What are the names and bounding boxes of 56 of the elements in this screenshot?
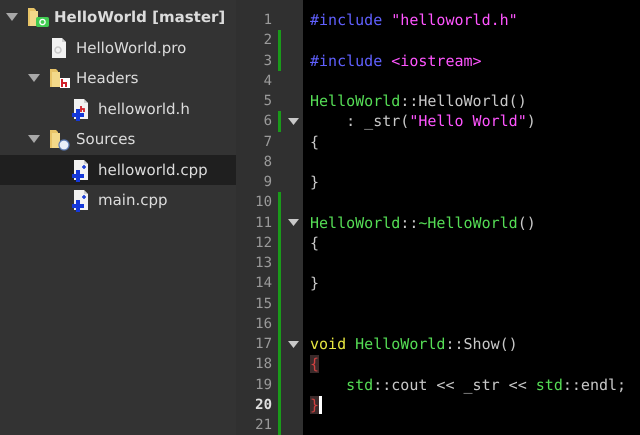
line-number: 18 [254,356,272,372]
line-number: 15 [254,296,272,312]
code-line: void HelloWorld::Show() [310,334,518,354]
code-line: } [310,172,320,192]
source-folder-icon [48,127,72,152]
line-number: 6 [262,113,272,130]
code-line: std::cout << _str << std::endl; [345,374,626,395]
line-number: 5 [262,93,272,110]
tree-item-label: Sources [76,130,136,148]
line-number: 17 [254,336,272,352]
line-number: 16 [254,316,272,332]
project-folder-icon [26,5,50,30]
tree-item-label: main.cpp [98,191,168,210]
code-line: } [310,273,320,294]
line-number: 2 [262,32,272,48]
line-number: 8 [262,154,272,170]
line-number: 3 [262,52,272,69]
code-editor[interactable]: #include "helloworld.h" #include <iostream> HelloWorld::HelloWorld() : _str("Hello World") { } HelloWorld::~HelloWorld() { } void HelloWorld::Show() { std::cout << _str << std::endl; } [303,0,640,435]
expanded-arrow-icon[interactable] [28,74,40,82]
line-number: 21 [254,417,272,434]
header-folder-icon [48,66,72,90]
tree-item-label: Headers [76,69,138,88]
tree-item-label: helloworld.h [98,100,190,118]
code-line: #include "helloworld.h" [310,10,518,30]
code-line: { [310,132,320,152]
fold-arrow-icon[interactable] [288,219,299,226]
line-number: 12 [254,234,272,251]
tree-item-label: helloworld.cpp [98,160,208,179]
tree-item[interactable]: Headers [0,63,236,94]
tree-item[interactable]: helloworld.h [0,94,236,124]
line-number: 14 [254,275,272,292]
tree-item[interactable]: main.cpp [0,185,236,216]
line-number: 4 [262,72,272,89]
line-number: 10 [254,194,272,210]
line-number: 7 [262,134,272,150]
tree-item-label: HelloWorld.pro [76,38,186,57]
line-number: 20 [254,396,272,413]
expanded-arrow-icon[interactable] [6,13,18,22]
tree-item[interactable]: HelloWorld [master] [0,2,236,32]
line-number: 11 [254,214,272,231]
line-number: 1 [262,12,272,28]
line-number: 9 [262,174,272,190]
code-line: HelloWorld::~HelloWorld() [310,212,536,233]
code-line: { [310,232,320,253]
code-line: #include <iostream> [310,50,482,71]
fold-arrow-icon[interactable] [288,118,299,125]
tree-item[interactable]: HelloWorld.pro [0,32,236,63]
tree-item[interactable]: Sources [0,124,236,154]
fold-arrow-icon[interactable] [288,340,299,348]
code-line: HelloWorld::HelloWorld() [310,91,527,112]
line-number: 13 [254,255,272,272]
tree-item[interactable]: helloworld.cpp [0,154,236,185]
line-number: 19 [254,376,272,393]
tree-item-label: HelloWorld [master] [54,8,226,26]
code-line: : _str("Hello World") [345,111,536,132]
expanded-arrow-icon[interactable] [28,135,40,144]
